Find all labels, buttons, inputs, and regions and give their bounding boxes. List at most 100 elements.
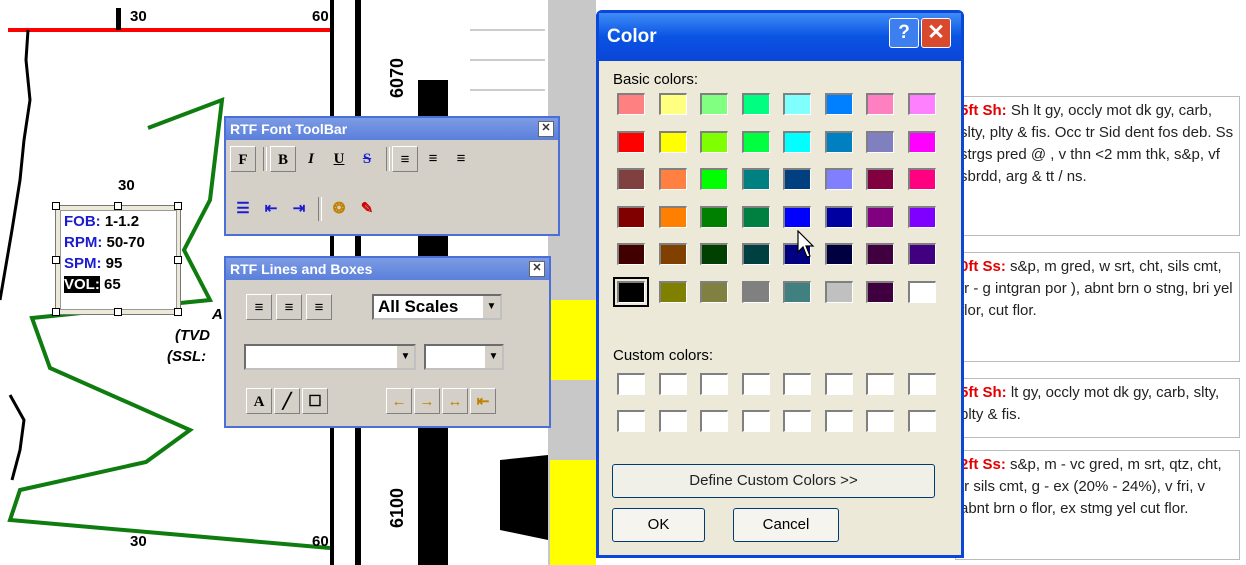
box-tool-icon[interactable]: ☐ [302, 388, 328, 414]
basic-color-swatch[interactable] [741, 93, 770, 115]
arrow-both-icon[interactable]: ↔ [442, 388, 468, 414]
custom-color-swatch[interactable] [658, 410, 687, 432]
custom-color-swatch[interactable] [783, 410, 811, 432]
custom-color-swatch[interactable] [741, 410, 770, 432]
custom-color-swatch[interactable] [907, 373, 936, 395]
basic-color-swatch[interactable] [907, 243, 936, 265]
custom-color-swatch[interactable] [741, 373, 770, 395]
basic-color-swatch[interactable] [824, 93, 853, 115]
indent-icon[interactable]: ⇥ [286, 196, 312, 222]
basic-color-swatch[interactable] [783, 168, 811, 190]
basic-color-swatch[interactable] [617, 243, 645, 265]
custom-color-swatch[interactable] [658, 373, 687, 395]
basic-color-swatch[interactable] [658, 243, 687, 265]
resize-handle-bl[interactable] [52, 308, 60, 316]
basic-color-swatch[interactable] [866, 168, 894, 190]
basic-color-swatch[interactable] [741, 280, 770, 303]
arrow-end-icon[interactable]: ⇤ [470, 388, 496, 414]
cancel-button[interactable]: Cancel [733, 508, 839, 542]
align-left-icon[interactable]: ≡ [392, 146, 418, 172]
close-button[interactable]: ✕ [921, 18, 951, 48]
basic-color-swatch[interactable] [866, 93, 894, 115]
help-button[interactable]: ? [889, 18, 919, 48]
custom-color-swatch[interactable] [617, 373, 645, 395]
basic-color-swatch[interactable] [700, 168, 728, 190]
basic-color-swatch[interactable] [866, 130, 894, 153]
basic-color-swatch[interactable] [824, 243, 853, 265]
drilling-params-box[interactable]: FOB: 1-1.2 RPM: 50-70 SPM: 95 VOL: 65 [52, 202, 182, 316]
basic-color-swatch[interactable] [700, 243, 728, 265]
bold-button[interactable]: B [270, 146, 296, 172]
basic-color-swatch[interactable] [783, 93, 811, 115]
custom-color-swatch[interactable] [783, 373, 811, 395]
basic-color-swatch[interactable] [866, 243, 894, 265]
strikethrough-button[interactable]: S [354, 146, 380, 172]
basic-color-swatch[interactable] [907, 168, 936, 190]
align-right-icon[interactable]: ≡ [306, 294, 332, 320]
text-tool-button[interactable]: A [246, 388, 272, 414]
basic-color-swatch[interactable] [783, 130, 811, 153]
basic-color-swatch[interactable] [824, 205, 853, 228]
resize-handle-br[interactable] [174, 308, 182, 316]
basic-color-swatch[interactable] [783, 205, 811, 228]
basic-color-swatch[interactable] [741, 243, 770, 265]
custom-color-swatch[interactable] [700, 373, 728, 395]
basic-color-swatch[interactable] [824, 130, 853, 153]
resize-handle-tr[interactable] [174, 202, 182, 210]
basic-color-swatch[interactable] [783, 280, 811, 303]
align-right-icon[interactable]: ≡ [448, 146, 474, 172]
custom-color-swatch[interactable] [866, 373, 894, 395]
basic-color-swatch[interactable] [907, 93, 936, 115]
basic-color-swatch[interactable] [741, 168, 770, 190]
basic-color-swatch[interactable] [658, 93, 687, 115]
custom-color-swatch[interactable] [617, 410, 645, 432]
scale-select[interactable]: All Scales ▼ [372, 294, 502, 320]
basic-color-swatch[interactable] [907, 130, 936, 153]
basic-color-swatch[interactable] [700, 130, 728, 153]
font-button[interactable]: F [230, 146, 256, 172]
custom-color-swatch[interactable] [824, 373, 853, 395]
resize-handle-tc[interactable] [114, 202, 122, 210]
basic-color-swatch[interactable] [866, 205, 894, 228]
basic-color-swatch[interactable] [658, 205, 687, 228]
line-style-select[interactable]: ▼ [244, 344, 416, 370]
rtf-font-toolbar[interactable]: RTF Font ToolBar ✕ F B I U S ≡ ≡ ≡ ☰ ⇤ ⇥… [224, 116, 560, 236]
close-icon[interactable]: ✕ [538, 121, 554, 137]
basic-color-swatch[interactable] [824, 168, 853, 190]
chevron-down-icon[interactable]: ▼ [396, 346, 414, 368]
basic-color-swatch[interactable] [700, 205, 728, 228]
line-width-select[interactable]: ▼ [424, 344, 504, 370]
basic-color-swatch[interactable] [617, 93, 645, 115]
color-palette-icon[interactable]: ❂ [326, 196, 352, 222]
basic-color-swatch[interactable] [907, 205, 936, 228]
resize-handle-ml[interactable] [52, 256, 60, 264]
highlight-icon[interactable]: ✎ [354, 196, 380, 222]
define-custom-colors-button[interactable]: Define Custom Colors >> [612, 464, 935, 498]
align-center-icon[interactable]: ≡ [276, 294, 302, 320]
basic-color-swatch[interactable] [658, 130, 687, 153]
toolbar-title[interactable]: RTF Font ToolBar ✕ [226, 118, 558, 140]
resize-handle-mr[interactable] [174, 256, 182, 264]
custom-color-swatch[interactable] [824, 410, 853, 432]
basic-color-swatch[interactable] [866, 280, 894, 303]
line-tool-icon[interactable]: ╱ [274, 388, 300, 414]
toolbar-title[interactable]: RTF Lines and Boxes ✕ [226, 258, 549, 280]
basic-color-swatch[interactable] [658, 168, 687, 190]
basic-color-swatch[interactable] [741, 205, 770, 228]
arrow-left-icon[interactable]: ← [386, 388, 412, 414]
arrow-right-icon[interactable]: → [414, 388, 440, 414]
basic-color-swatch[interactable] [700, 93, 728, 115]
outdent-icon[interactable]: ⇤ [258, 196, 284, 222]
basic-color-swatch[interactable] [741, 130, 770, 153]
chevron-down-icon[interactable]: ▼ [484, 346, 502, 368]
bullet-list-icon[interactable]: ☰ [230, 196, 256, 222]
resize-handle-bc[interactable] [114, 308, 122, 316]
align-left-icon[interactable]: ≡ [246, 294, 272, 320]
rtf-lines-boxes-toolbar[interactable]: RTF Lines and Boxes ✕ ≡ ≡ ≡ All Scales ▼… [224, 256, 551, 428]
ok-button[interactable]: OK [612, 508, 705, 542]
custom-color-swatch[interactable] [907, 410, 936, 432]
basic-color-swatch[interactable] [824, 280, 853, 303]
chevron-down-icon[interactable]: ▼ [482, 296, 500, 318]
italic-button[interactable]: I [298, 146, 324, 172]
custom-color-swatch[interactable] [700, 410, 728, 432]
